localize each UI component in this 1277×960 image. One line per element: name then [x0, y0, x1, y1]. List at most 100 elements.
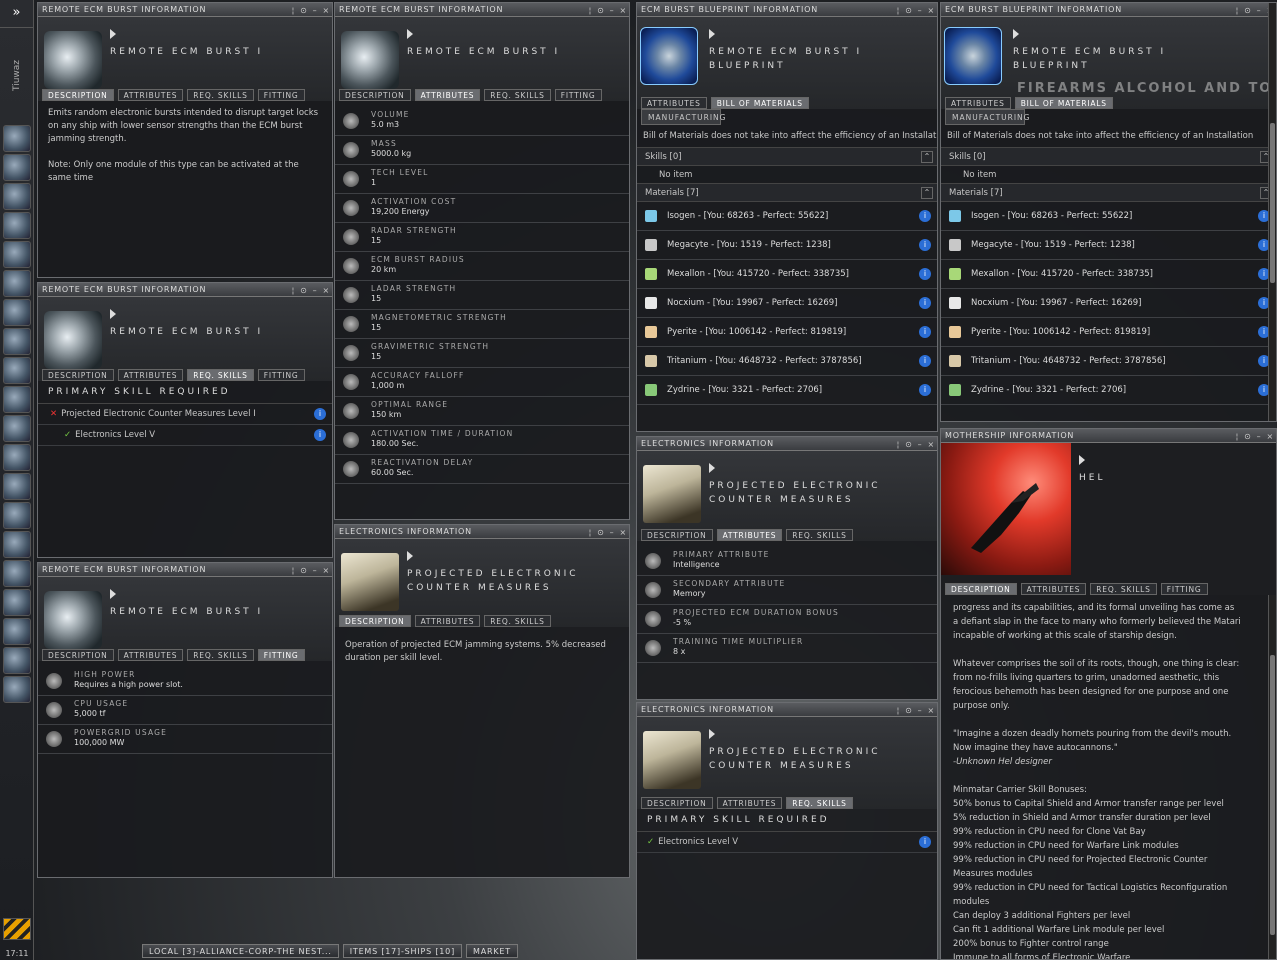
pin-icon[interactable]: ⊙ — [1244, 4, 1252, 18]
tab-bill-of-materials[interactable]: BILL OF MATERIALS — [710, 97, 809, 109]
expand-arrow-icon[interactable] — [1013, 29, 1019, 39]
window-controls[interactable]: ¦ ⊙–× — [292, 284, 330, 298]
window-controls[interactable]: ¦ ⊙–× — [292, 564, 330, 578]
science-icon[interactable] — [3, 415, 31, 442]
mothership-info-window[interactable]: MOTHERSHIP INFORMATION ¦ ⊙ – × HEL DESCRIPTI… — [940, 428, 1277, 960]
skills-section-header[interactable]: Skills [0] ⌃ — [637, 148, 937, 166]
info-icon[interactable]: i — [919, 836, 931, 848]
minimize-bar-icon[interactable]: ¦ — [292, 564, 296, 578]
tab-req-skills[interactable]: REQ. SKILLS — [1090, 583, 1157, 595]
material-row[interactable]: Tritanium - [You: 4648732 - Perfect: 378… — [637, 347, 937, 376]
info-icon[interactable]: i — [919, 384, 931, 396]
pin-icon[interactable]: ⊙ — [597, 526, 605, 540]
channels-icon[interactable] — [3, 502, 31, 529]
pin-icon[interactable]: ⊙ — [597, 4, 605, 18]
info-icon[interactable]: i — [919, 326, 931, 338]
tab-req-skills[interactable]: REQ. SKILLS — [187, 369, 254, 381]
tab-attributes[interactable]: ATTRIBUTES — [414, 615, 481, 627]
info-icon[interactable]: i — [919, 210, 931, 222]
expand-arrow-icon[interactable] — [110, 29, 116, 39]
tab-fitting[interactable]: FITTING — [1160, 583, 1208, 595]
minimize-bar-icon[interactable]: ¦ — [589, 4, 593, 18]
material-row[interactable]: Zydrine - [You: 3321 - Perfect: 2706] i — [941, 376, 1276, 405]
tab-req-skills[interactable]: REQ. SKILLS — [786, 797, 853, 809]
expand-arrow-icon[interactable] — [407, 551, 413, 561]
tab-description[interactable]: DESCRIPTION — [339, 89, 411, 101]
mail-icon[interactable] — [3, 183, 31, 210]
tab-description[interactable]: DESCRIPTION — [641, 797, 713, 809]
help-icon[interactable] — [3, 473, 31, 500]
expand-arrow-icon[interactable] — [110, 589, 116, 599]
ecm-attributes-window[interactable]: REMOTE ECM BURST INFORMATION ¦ ⊙ – × REMOTE … — [334, 2, 630, 520]
calculator-icon[interactable] — [3, 444, 31, 471]
collapse-icon[interactable]: – — [918, 704, 923, 718]
portrait-icon[interactable] — [3, 618, 31, 645]
material-row[interactable]: Tritanium - [You: 4648732 - Perfect: 378… — [941, 347, 1276, 376]
tab-description[interactable]: DESCRIPTION — [42, 649, 114, 661]
tab-bill-of-materials[interactable]: BILL OF MATERIALS — [1014, 97, 1113, 109]
electronics-description-window[interactable]: ELECTRONICS INFORMATION ¦ ⊙ – × PROJECTED EL… — [334, 524, 630, 878]
star-icon[interactable] — [3, 357, 31, 384]
cargo-icon[interactable] — [3, 386, 31, 413]
window-title-bar[interactable]: ELECTRONICS INFORMATION ¦ ⊙ – × — [335, 525, 629, 539]
window-controls[interactable]: ¦ ⊙–× — [897, 4, 935, 18]
window-controls[interactable]: ¦ ⊙–× — [897, 704, 935, 718]
ecm-description-window[interactable]: REMOTE ECM BURST INFORMATION ¦ ⊙ – × REMOTE … — [37, 2, 333, 278]
pin-icon[interactable]: ⊙ — [300, 284, 308, 298]
scrollbar[interactable] — [1268, 3, 1276, 421]
skill-row[interactable]: ✕ Projected Electronic Counter Measures L… — [38, 404, 332, 425]
window-title-bar[interactable]: REMOTE ECM BURST INFORMATION ¦ ⊙ – × — [38, 3, 332, 17]
minimize-bar-icon[interactable]: ¦ — [897, 438, 901, 452]
minimize-bar-icon[interactable]: ¦ — [292, 284, 296, 298]
tab-attributes[interactable]: ATTRIBUTES — [117, 369, 184, 381]
blueprint-bom-window[interactable]: ECM BURST BLUEPRINT INFORMATION ¦ ⊙ – × REMO… — [636, 2, 938, 432]
close-icon[interactable]: × — [322, 284, 330, 298]
material-row[interactable]: Mexallon - [You: 415720 - Perfect: 33873… — [637, 260, 937, 289]
taskbar-button[interactable]: ITEMS [17]-SHIPS [10] — [342, 944, 462, 958]
people-icon[interactable] — [3, 154, 31, 181]
collapse-icon[interactable]: – — [313, 4, 318, 18]
collapse-icon[interactable]: – — [1257, 430, 1262, 444]
window-controls[interactable]: ¦ ⊙–× — [897, 438, 935, 452]
skill-row[interactable]: ✓ Electronics Level V i — [637, 832, 937, 853]
wallet-icon[interactable] — [3, 270, 31, 297]
tab-fitting[interactable]: FITTING — [257, 89, 305, 101]
tab-description[interactable]: DESCRIPTION — [945, 583, 1017, 595]
tab-attributes[interactable]: ATTRIBUTES — [414, 89, 481, 101]
collapse-icon[interactable]: – — [610, 526, 615, 540]
electronics-req-skills-window[interactable]: ELECTRONICS INFORMATION ¦ ⊙ – × PROJECTED EL… — [636, 702, 938, 960]
expand-arrow-icon[interactable] — [1079, 455, 1085, 465]
window-title-bar[interactable]: ELECTRONICS INFORMATION ¦ ⊙ – × — [637, 703, 937, 717]
collapse-icon[interactable]: – — [918, 4, 923, 18]
close-icon[interactable]: × — [619, 4, 627, 18]
contracts-icon[interactable] — [3, 299, 31, 326]
window-title-bar[interactable]: REMOTE ECM BURST INFORMATION ¦ ⊙ – × — [38, 563, 332, 577]
close-icon[interactable]: × — [322, 564, 330, 578]
skill-row[interactable]: ✓ Electronics Level V i — [38, 425, 332, 446]
close-icon[interactable]: × — [927, 704, 935, 718]
pin-icon[interactable]: ⊙ — [300, 4, 308, 18]
tab-req-skills[interactable]: REQ. SKILLS — [187, 89, 254, 101]
ecm-fitting-window[interactable]: REMOTE ECM BURST INFORMATION ¦ ⊙ – × REMOTE … — [37, 562, 333, 878]
collapse-icon[interactable]: – — [313, 284, 318, 298]
tab-attributes[interactable]: ATTRIBUTES — [716, 529, 783, 541]
blueprint-bom-window-2[interactable]: ECM BURST BLUEPRINT INFORMATION¦⊙–× REMO… — [940, 2, 1277, 422]
tab-attributes[interactable]: ATTRIBUTES — [716, 797, 783, 809]
tab-description[interactable]: DESCRIPTION — [42, 369, 114, 381]
expand-arrow-icon[interactable] — [709, 29, 715, 39]
pin-icon[interactable]: ⊙ — [300, 564, 308, 578]
material-row[interactable]: Zydrine - [You: 3321 - Perfect: 2706] i — [637, 376, 937, 405]
taskbar-button[interactable]: MARKET — [466, 944, 518, 958]
tab-fitting[interactable]: FITTING — [257, 369, 305, 381]
window-controls[interactable]: ¦ ⊙–× — [1236, 430, 1274, 444]
minimize-bar-icon[interactable]: ¦ — [292, 4, 296, 18]
close-icon[interactable]: × — [927, 438, 935, 452]
tab-description[interactable]: DESCRIPTION — [339, 615, 411, 627]
info-icon[interactable]: i — [314, 408, 326, 420]
material-row[interactable]: Isogen - [You: 68263 - Perfect: 55622] i — [637, 202, 937, 231]
tab-description[interactable]: DESCRIPTION — [42, 89, 114, 101]
window-title-bar[interactable]: REMOTE ECM BURST INFORMATION ¦ ⊙ – × — [38, 283, 332, 297]
info-icon[interactable]: i — [919, 355, 931, 367]
tab-description[interactable]: DESCRIPTION — [641, 529, 713, 541]
minimize-bar-icon[interactable]: ¦ — [1236, 4, 1240, 18]
